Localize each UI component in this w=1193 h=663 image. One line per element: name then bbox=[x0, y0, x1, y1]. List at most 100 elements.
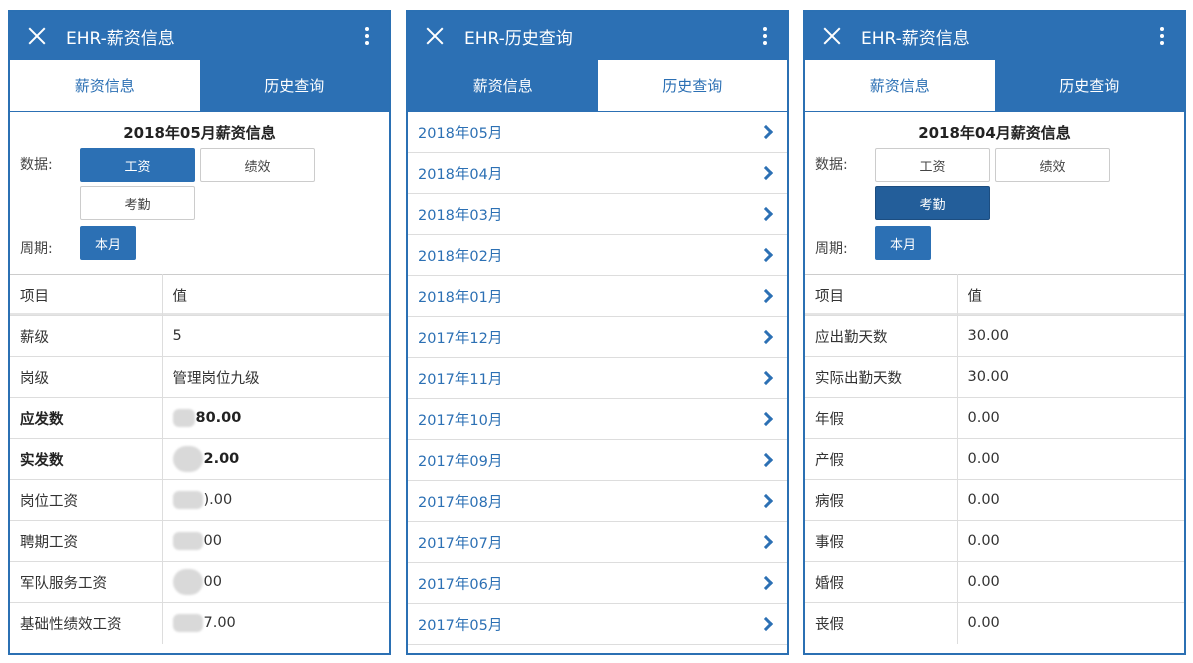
table-row: 婚假 0.00 bbox=[805, 561, 1184, 603]
redacted-blur bbox=[172, 409, 195, 427]
row-item: 应发数 bbox=[10, 397, 163, 439]
row-value: 80.00 bbox=[162, 397, 389, 439]
salary-table: 项目 值 薪级 5 岗级 管理岗位九级 应发数 80.00 实发数 2.00 岗… bbox=[10, 274, 389, 644]
row-value-text: 7.00 bbox=[203, 615, 236, 632]
chevron-right-icon bbox=[758, 616, 774, 632]
row-value: 0.00 bbox=[957, 438, 1184, 480]
month-item[interactable]: 2018年04月 bbox=[408, 153, 787, 194]
data-selector: 数据: 工资 绩效 考勤 bbox=[805, 144, 1184, 226]
salary-heading: 2018年04月薪资信息 bbox=[918, 124, 1071, 142]
tab-salary-info[interactable]: 薪资信息 bbox=[408, 60, 598, 111]
data-label: 数据: bbox=[20, 157, 53, 173]
wage-button[interactable]: 工资 bbox=[80, 148, 195, 182]
app-bar: EHR-薪资信息 bbox=[805, 12, 1184, 60]
row-item: 军队服务工资 bbox=[10, 561, 163, 603]
month-item[interactable]: 2017年08月 bbox=[408, 481, 787, 522]
month-item[interactable]: 2017年07月 bbox=[408, 522, 787, 563]
month-item[interactable]: 2017年12月 bbox=[408, 317, 787, 358]
row-value-text: ).00 bbox=[203, 492, 233, 508]
close-icon[interactable] bbox=[24, 23, 50, 49]
more-vertical-icon[interactable] bbox=[355, 22, 379, 50]
table-header: 项目 值 bbox=[10, 274, 389, 316]
tab-history[interactable]: 历史查询 bbox=[597, 60, 787, 111]
month-label: 2018年05月 bbox=[418, 125, 503, 142]
close-icon[interactable] bbox=[422, 23, 448, 49]
row-value-text: 00 bbox=[203, 533, 222, 549]
row-value: 30.00 bbox=[957, 356, 1184, 398]
this-month-button[interactable]: 本月 bbox=[80, 226, 136, 260]
table-row: 岗级 管理岗位九级 bbox=[10, 356, 389, 398]
table-row: 丧假 0.00 bbox=[805, 602, 1184, 644]
app-bar: EHR-历史查询 bbox=[408, 12, 787, 60]
chevron-right-icon bbox=[758, 534, 774, 550]
month-item[interactable]: 2018年02月 bbox=[408, 235, 787, 276]
tab-bar: 薪资信息 历史查询 bbox=[408, 60, 787, 112]
row-item: 产假 bbox=[805, 438, 958, 480]
month-item[interactable]: 2017年09月 bbox=[408, 440, 787, 481]
month-label: 2018年04月 bbox=[418, 166, 503, 183]
performance-button[interactable]: 绩效 bbox=[995, 148, 1110, 182]
redacted-blur bbox=[172, 491, 203, 509]
row-value: 00 bbox=[162, 561, 389, 603]
this-month-button[interactable]: 本月 bbox=[875, 226, 931, 260]
month-item[interactable]: 2018年05月 bbox=[408, 112, 787, 153]
row-value: 0.00 bbox=[957, 602, 1184, 644]
chevron-right-icon bbox=[758, 575, 774, 591]
redacted-blur bbox=[172, 446, 203, 472]
row-value: 30.00 bbox=[957, 315, 1184, 357]
row-item: 基础性绩效工资 bbox=[10, 602, 163, 644]
attendance-button[interactable]: 考勤 bbox=[80, 186, 195, 220]
table-row: 产假 0.00 bbox=[805, 438, 1184, 480]
row-value: 管理岗位九级 bbox=[162, 356, 389, 398]
column-item: 项目 bbox=[805, 274, 958, 316]
row-value: 0.00 bbox=[957, 397, 1184, 439]
month-label: 2017年10月 bbox=[418, 412, 503, 429]
month-list: 2018年05月 2018年04月 2018年03月 2018年02月 2018年01月… bbox=[408, 112, 787, 645]
column-value: 值 bbox=[957, 274, 1184, 316]
performance-button[interactable]: 绩效 bbox=[200, 148, 315, 182]
table-row: 聘期工资 00 bbox=[10, 520, 389, 562]
row-value-text: 00 bbox=[203, 574, 222, 590]
app-title: EHR-历史查询 bbox=[464, 28, 573, 49]
tab-history[interactable]: 历史查询 bbox=[199, 60, 389, 111]
row-value: 5 bbox=[162, 315, 389, 357]
column-item: 项目 bbox=[10, 274, 163, 316]
row-item: 岗级 bbox=[10, 356, 163, 398]
row-value: 0.00 bbox=[957, 479, 1184, 521]
month-item[interactable]: 2018年01月 bbox=[408, 276, 787, 317]
month-item[interactable]: 2018年03月 bbox=[408, 194, 787, 235]
tab-history[interactable]: 历史查询 bbox=[994, 60, 1184, 111]
row-item: 实发数 bbox=[10, 438, 163, 480]
more-vertical-icon[interactable] bbox=[1150, 22, 1174, 50]
period-label: 周期: bbox=[815, 241, 848, 257]
close-icon[interactable] bbox=[819, 23, 845, 49]
row-value: ).00 bbox=[162, 479, 389, 521]
period-selector: 周期: 本月 bbox=[10, 226, 389, 274]
row-item: 年假 bbox=[805, 397, 958, 439]
row-value-text: 80.00 bbox=[195, 410, 242, 426]
month-item[interactable]: 2017年06月 bbox=[408, 563, 787, 604]
column-value: 值 bbox=[162, 274, 389, 316]
row-value: 00 bbox=[162, 520, 389, 562]
table-row: 应发数 80.00 bbox=[10, 397, 389, 439]
table-row: 年假 0.00 bbox=[805, 397, 1184, 439]
month-item[interactable]: 2017年10月 bbox=[408, 399, 787, 440]
chevron-right-icon bbox=[758, 247, 774, 263]
row-item: 薪级 bbox=[10, 315, 163, 357]
chevron-right-icon bbox=[758, 329, 774, 345]
chevron-right-icon bbox=[758, 165, 774, 181]
attendance-button[interactable]: 考勤 bbox=[875, 186, 990, 220]
tab-salary-info[interactable]: 薪资信息 bbox=[10, 60, 200, 111]
table-row: 实发数 2.00 bbox=[10, 438, 389, 480]
wage-button[interactable]: 工资 bbox=[875, 148, 990, 182]
row-item: 婚假 bbox=[805, 561, 958, 603]
month-item[interactable]: 2017年11月 bbox=[408, 358, 787, 399]
more-vertical-icon[interactable] bbox=[753, 22, 777, 50]
month-label: 2017年05月 bbox=[418, 617, 503, 634]
tab-salary-info[interactable]: 薪资信息 bbox=[805, 60, 995, 111]
tab-bar: 薪资信息 历史查询 bbox=[10, 60, 389, 112]
month-label: 2018年02月 bbox=[418, 248, 503, 265]
tab-bar: 薪资信息 历史查询 bbox=[805, 60, 1184, 112]
data-selector: 数据: 工资 绩效 考勤 bbox=[10, 144, 389, 226]
month-item[interactable]: 2017年05月 bbox=[408, 604, 787, 645]
